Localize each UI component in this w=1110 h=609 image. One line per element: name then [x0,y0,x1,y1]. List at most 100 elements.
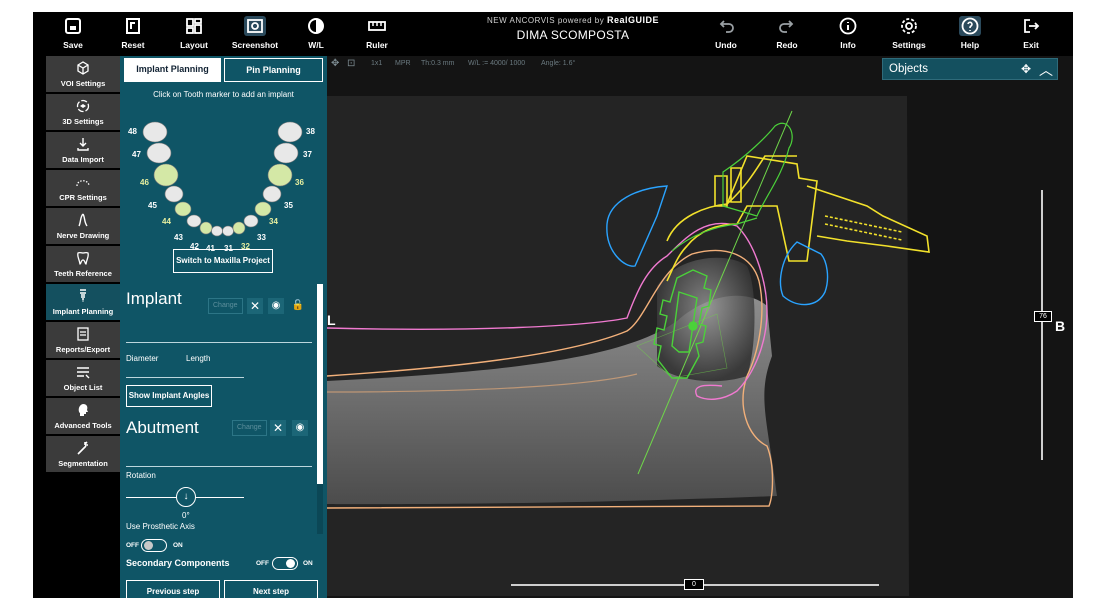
prosthetic-off-label: OFF [126,542,139,549]
camera-icon[interactable]: ⊡ [347,58,355,69]
tooth-37[interactable]: 37 [303,150,312,159]
window-level-button[interactable]: W/L [286,14,346,52]
implant-change-button[interactable]: Change [208,298,243,314]
tooth-34[interactable]: 34 [269,217,278,226]
next-step-button[interactable]: Next step [224,580,318,598]
nav-cpr-settings[interactable]: CPR Settings [46,170,120,206]
implant-visibility-icon[interactable]: ◉ [268,298,284,314]
tooth-35[interactable]: 35 [284,201,293,210]
layout-icon [183,16,205,36]
help-button[interactable]: Help [940,14,1000,52]
tooth-46[interactable]: 46 [140,178,149,187]
rotation-knob-icon[interactable]: ↓ [176,487,196,507]
view-angle: Angle: 1.6° [541,60,576,67]
nav-data-import[interactable]: Data Import [46,132,120,168]
gear-icon [898,16,920,36]
window-level-label: W/L [308,40,324,50]
divider [126,377,244,378]
tooth-33[interactable]: 33 [257,233,266,242]
layout-button[interactable]: Layout [164,14,224,52]
exit-button[interactable]: Exit [1001,14,1061,52]
tooth-48[interactable]: 48 [128,127,137,136]
ruler-button[interactable]: Ruler [347,14,407,52]
nav-voi-settings[interactable]: VOI Settings [46,56,120,92]
abutment-visibility-icon[interactable]: ◉ [292,420,308,436]
nav-segmentation[interactable]: Segmentation [46,436,120,472]
slice-thickness: Th:0.3 mm [421,60,455,67]
toggle-knob [144,541,153,550]
brand-header: NEW ANCORVIS powered by RealGUIDE DIMA S… [463,15,683,42]
contrast-icon [305,16,327,36]
head-icon [46,402,120,418]
prosthetic-axis-label: Use Prosthetic Axis [126,522,195,531]
divider [126,466,312,467]
app-window: Save Reset Layout Screenshot W/L Ruler N… [33,12,1073,598]
tooth-44[interactable]: 44 [162,217,171,226]
reset-button[interactable]: Reset [103,14,163,52]
nav-label: Reports/Export [55,345,111,354]
tooth-38[interactable]: 38 [306,127,315,136]
undo-button[interactable]: Undo [696,14,756,52]
nav-teeth-reference[interactable]: Teeth Reference [46,246,120,282]
redo-button[interactable]: Redo [757,14,817,52]
nav-label: Advanced Tools [54,421,112,430]
tab-implant-planning[interactable]: Implant Planning [124,58,221,82]
help-icon [959,16,981,36]
viewport-layout: 1x1 [371,60,383,67]
nav-nerve-drawing[interactable]: Nerve Drawing [46,208,120,244]
tooth-36[interactable]: 36 [295,178,304,187]
help-label: Help [960,40,980,50]
nav-object-list[interactable]: Object List [46,360,120,396]
rotate-3d-icon [46,98,120,114]
info-label: Info [840,40,856,50]
secondary-on-label: ON [303,560,313,567]
orientation-right-label: B [1055,318,1066,334]
move-icon[interactable]: ✥ [1021,62,1031,76]
switch-maxilla-button[interactable]: Switch to Maxilla Project [173,249,273,273]
rotation-slider-value: 0 [684,579,704,590]
save-button[interactable]: Save [43,14,103,52]
layout-label: Layout [180,40,208,50]
abutment-delete-icon[interactable]: ✕ [270,420,286,436]
tooth-45[interactable]: 45 [148,201,157,210]
unlock-icon[interactable]: 🔓 [290,298,306,314]
secondary-components-toggle[interactable] [272,557,298,570]
nav-advanced-tools[interactable]: Advanced Tools [46,398,120,434]
prosthetic-axis-toggle[interactable] [141,539,167,552]
abutment-title: Abutment [126,418,199,437]
move-icon[interactable]: ✥ [331,58,339,69]
save-label: Save [63,40,83,50]
settings-button[interactable]: Settings [879,14,939,52]
dental-arch: 48 47 46 45 44 43 42 41 31 32 33 34 35 3… [120,104,327,254]
orientation-left-label: L [327,312,336,328]
secondary-off-label: OFF [256,560,269,567]
tooth-47[interactable]: 47 [132,150,141,159]
panel-scrollbar[interactable] [317,284,323,484]
show-implant-angles-button[interactable]: Show Implant Angles [126,385,212,407]
nav-3d-settings[interactable]: 3D Settings [46,94,120,130]
screenshot-button[interactable]: Screenshot [225,14,285,52]
implant-delete-icon[interactable]: ✕ [247,298,263,314]
panel-scrollbar-track[interactable] [317,484,323,534]
abutment-change-button[interactable]: Change [232,420,267,436]
prosthetic-on-label: ON [173,542,183,549]
objects-panel-header[interactable]: Objects ✥ ︿ [882,58,1058,80]
mpr-viewport[interactable]: ✥ ⊡ 1x1 MPR Th:0.3 mm W/L := 4000/ 1000 … [327,56,1073,598]
chevron-up-icon[interactable]: ︿ [1039,60,1053,80]
toggle-knob [286,559,295,568]
nav-label: Implant Planning [52,307,114,316]
tab-pin-planning[interactable]: Pin Planning [224,58,323,82]
nav-implant-planning[interactable]: Implant Planning [46,284,120,320]
divider [126,342,312,343]
previous-step-button[interactable]: Previous step [126,580,220,598]
tooth-43[interactable]: 43 [174,233,183,242]
tooth-hint: Click on Tooth marker to add an implant [153,90,294,99]
arch-icon [46,174,120,190]
slice-slider[interactable] [1041,190,1043,460]
tooth-icon [46,250,120,266]
info-button[interactable]: Info [818,14,878,52]
exit-icon [1020,16,1042,36]
nav-label: Segmentation [58,459,108,468]
diameter-label: Diameter [126,354,159,363]
nav-reports-export[interactable]: Reports/Export [46,322,120,358]
